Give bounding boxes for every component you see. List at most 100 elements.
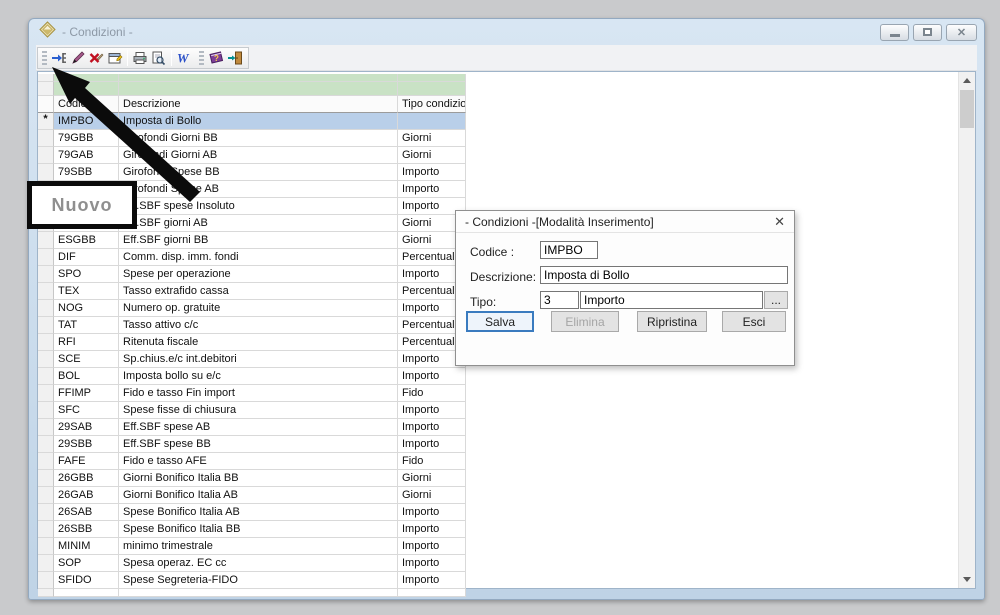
cell-codice: DIF bbox=[54, 249, 119, 266]
esci-button[interactable]: Esci bbox=[722, 311, 786, 332]
filter-row[interactable] bbox=[38, 82, 466, 96]
table-row[interactable]: FAFEFido e tasso AFEFido bbox=[38, 453, 466, 470]
cell-codice: 26GBB bbox=[54, 470, 119, 487]
print-preview-icon[interactable] bbox=[149, 49, 167, 67]
cell-codice: 26SAB bbox=[54, 504, 119, 521]
cell-codice: 26SBB bbox=[54, 521, 119, 538]
toolbar-group: W ? bbox=[37, 47, 249, 69]
table-row[interactable]: 79SBBGirofondi Spese BBImporto bbox=[38, 164, 466, 181]
toolbar-grip[interactable] bbox=[42, 51, 47, 65]
tipo-label: Tipo: bbox=[470, 295, 496, 309]
table-row[interactable]: RFIRitenuta fiscalePercentuale bbox=[38, 334, 466, 351]
table-row[interactable]: 26SABSpese Bonifico Italia ABImporto bbox=[38, 504, 466, 521]
edit-icon[interactable] bbox=[68, 49, 86, 67]
cell-descrizione: Eff.SBF spese BB bbox=[119, 436, 398, 453]
vertical-scrollbar[interactable] bbox=[958, 72, 975, 588]
cell-codice: TEX bbox=[54, 283, 119, 300]
toolbar: W ? bbox=[36, 45, 977, 71]
table-row[interactable]: 26SBBSpese Bonifico Italia BBImporto bbox=[38, 521, 466, 538]
cell-codice: 29SAB bbox=[54, 419, 119, 436]
cell-descrizione: Spese Bonifico Italia BB bbox=[119, 521, 398, 538]
table-row[interactable]: 29SBBEff.SBF spese BBImporto bbox=[38, 436, 466, 453]
cell-tipo-condizione: Giorni bbox=[398, 130, 466, 147]
salva-button[interactable]: Salva bbox=[466, 311, 534, 332]
cell-marker bbox=[38, 402, 54, 419]
table-row[interactable]: 79GBBGirofondi Giorni BBGiorni bbox=[38, 130, 466, 147]
svg-text:W: W bbox=[177, 51, 190, 66]
print-icon[interactable] bbox=[131, 49, 149, 67]
dialog-title-bar[interactable]: - Condizioni -[Modalità Inserimento] ✕ bbox=[456, 211, 794, 233]
table-row[interactable]: FFIMPFido e tasso Fin importFido bbox=[38, 385, 466, 402]
table-row[interactable]: SCESp.chius.e/c int.debitoriImporto bbox=[38, 351, 466, 368]
table-row[interactable]: 79GABGirofondi Giorni ABGiorni bbox=[38, 147, 466, 164]
cell-tipo-condizione: Fido bbox=[398, 453, 466, 470]
cell-descrizione: Tasso extrafido cassa bbox=[119, 283, 398, 300]
cell-descrizione: Eff.SBF giorni AB bbox=[119, 215, 398, 232]
table-row[interactable]: TATTasso attivo c/cPercentuale bbox=[38, 317, 466, 334]
codice-field[interactable] bbox=[540, 241, 598, 259]
close-button[interactable]: ✕ bbox=[946, 24, 977, 41]
title-bar[interactable]: - Condizioni - ✕ bbox=[29, 19, 984, 45]
cell-tipo-condizione: Importo bbox=[398, 555, 466, 572]
table-row[interactable]: SFCSpese fisse di chiusuraImporto bbox=[38, 402, 466, 419]
tipo-code-field[interactable] bbox=[540, 291, 579, 309]
cell-descrizione: Eff.SBF spese AB bbox=[119, 419, 398, 436]
table-row[interactable]: NOGNumero op. gratuiteImporto bbox=[38, 300, 466, 317]
header-codice[interactable]: Codice bbox=[54, 96, 119, 113]
table-row[interactable]: SPOSpese per operazioneImporto bbox=[38, 266, 466, 283]
table-row[interactable]: BOLImposta bollo su e/cImporto bbox=[38, 368, 466, 385]
help-book-icon[interactable]: ? bbox=[207, 49, 225, 67]
export-word-icon[interactable]: W bbox=[175, 49, 193, 67]
maximize-button[interactable] bbox=[913, 24, 942, 41]
cell-marker bbox=[38, 419, 54, 436]
cell-tipo-condizione: Importo bbox=[398, 521, 466, 538]
cell-tipo-condizione: Giorni bbox=[398, 470, 466, 487]
table-row[interactable]: 26GABGiorni Bonifico Italia ABGiorni bbox=[38, 487, 466, 504]
table-row[interactable]: 29SABEff.SBF spese ABImporto bbox=[38, 419, 466, 436]
cell-codice: FAFE bbox=[54, 453, 119, 470]
header-tipo-condizione[interactable]: Tipo condizione bbox=[398, 96, 466, 113]
conditions-grid: Codice Descrizione Tipo condizione *IMPB… bbox=[38, 74, 466, 597]
table-row[interactable]: *IMPBOImposta di Bollo bbox=[38, 113, 466, 130]
filter-row[interactable] bbox=[38, 74, 466, 82]
scroll-down-button[interactable] bbox=[959, 571, 975, 588]
table-row[interactable]: ESGBBEff.SBF giorni BBGiorni bbox=[38, 232, 466, 249]
toolbar-separator bbox=[127, 50, 128, 66]
table-row[interactable]: DIFComm. disp. imm. fondiPercentuale bbox=[38, 249, 466, 266]
dialog-title: - Condizioni -[Modalità Inserimento] bbox=[465, 215, 654, 229]
table-row[interactable]: MINIMminimo trimestraleImporto bbox=[38, 538, 466, 555]
table-row[interactable]: SOPSpesa operaz. EC ccImporto bbox=[38, 555, 466, 572]
exit-door-icon[interactable] bbox=[225, 49, 243, 67]
minimize-button[interactable] bbox=[880, 24, 909, 41]
tipo-description-field[interactable] bbox=[580, 291, 763, 309]
table-row[interactable]: SFIDOSpese Segreteria-FIDOImporto bbox=[38, 572, 466, 589]
cell-codice: 29SBB bbox=[54, 436, 119, 453]
properties-icon[interactable] bbox=[105, 49, 123, 67]
tipo-browse-button[interactable]: ... bbox=[764, 291, 788, 309]
cell-descrizione: Numero op. gratuite bbox=[119, 300, 398, 317]
scrollbar-thumb[interactable] bbox=[960, 90, 974, 128]
scroll-up-button[interactable] bbox=[959, 72, 975, 89]
elimina-button[interactable]: Elimina bbox=[551, 311, 619, 332]
cell-marker: * bbox=[38, 113, 54, 130]
cell-descrizione: minimo trimestrale bbox=[119, 538, 398, 555]
descrizione-field[interactable] bbox=[540, 266, 788, 284]
codice-label: Codice : bbox=[470, 245, 514, 259]
dialog-close-icon[interactable]: ✕ bbox=[774, 215, 785, 228]
cell-marker bbox=[38, 538, 54, 555]
header-descrizione[interactable]: Descrizione bbox=[119, 96, 398, 113]
table-row[interactable]: 26GBBGiorni Bonifico Italia BBGiorni bbox=[38, 470, 466, 487]
cell-descrizione: Spesa operaz. EC cc bbox=[119, 555, 398, 572]
cell-tipo-condizione: Giorni bbox=[398, 487, 466, 504]
cell-codice: ESGBB bbox=[54, 232, 119, 249]
delete-icon[interactable] bbox=[87, 49, 105, 67]
cell-descrizione: Girofondi Giorni AB bbox=[119, 147, 398, 164]
cell-codice: RFI bbox=[54, 334, 119, 351]
cell-marker bbox=[38, 232, 54, 249]
cell-tipo-condizione: Importo bbox=[398, 572, 466, 589]
toolbar-grip[interactable] bbox=[199, 51, 204, 65]
new-record-icon[interactable] bbox=[50, 49, 68, 67]
ripristina-button[interactable]: Ripristina bbox=[637, 311, 707, 332]
table-row[interactable]: TEXTasso extrafido cassaPercentuale bbox=[38, 283, 466, 300]
cell-tipo-condizione: Importo bbox=[398, 436, 466, 453]
